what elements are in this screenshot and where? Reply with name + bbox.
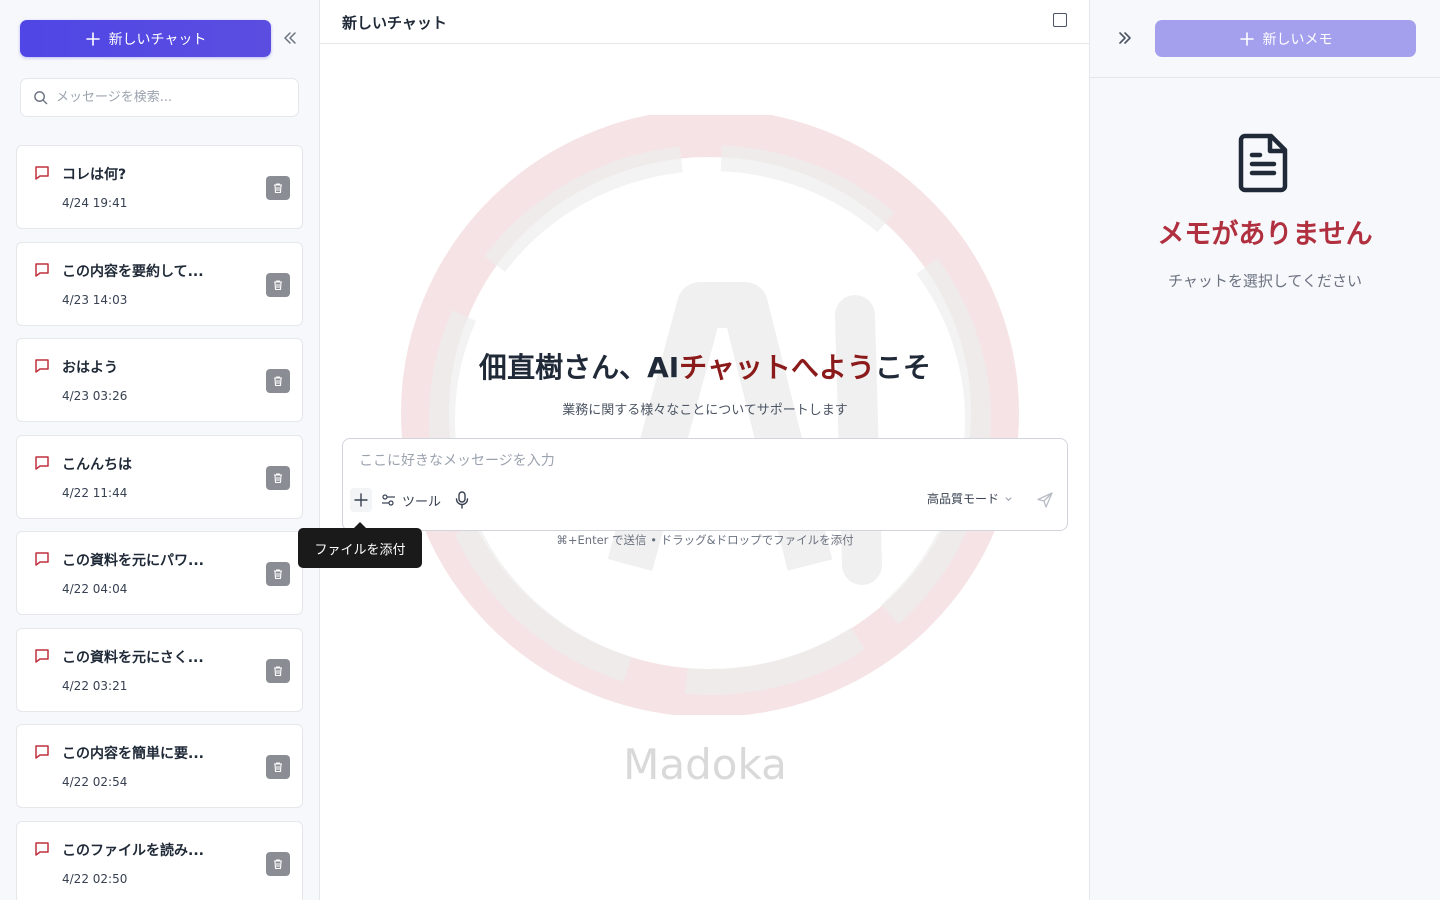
sliders-icon bbox=[382, 494, 395, 506]
delete-chat-button[interactable] bbox=[266, 562, 290, 586]
chat-main: 新しいチャット Madoka 佃直樹さん、AIチャットへようこそ 業務に関する様… bbox=[320, 0, 1090, 900]
chat-title: この資料を元にパワ... bbox=[62, 553, 204, 569]
delete-chat-button[interactable] bbox=[266, 755, 290, 779]
plus-icon bbox=[1239, 31, 1254, 46]
collapse-sidebar-button[interactable] bbox=[280, 28, 300, 48]
memo-empty-subtitle: チャットを選択してください bbox=[1168, 272, 1362, 290]
message-icon bbox=[35, 841, 49, 856]
mode-label: 高品質モード bbox=[927, 491, 1000, 506]
message-icon bbox=[35, 648, 49, 663]
chat-date: 4/22 02:50 bbox=[62, 871, 128, 886]
new-chat-label: 新しいチャット bbox=[108, 31, 207, 48]
chat-title: この資料を元にさく... bbox=[62, 649, 204, 666]
chat-list-item[interactable]: おはよう 4/23 03:26 bbox=[16, 338, 303, 422]
trash-icon bbox=[274, 183, 282, 194]
chevron-down-icon bbox=[1005, 496, 1012, 501]
page-title: 新しいチャット bbox=[342, 14, 447, 32]
chat-list-item[interactable]: この資料を元にパワ... 4/22 04:04 bbox=[16, 531, 303, 615]
new-memo-button[interactable]: 新しいメモ bbox=[1155, 20, 1416, 57]
mode-select[interactable]: 高品質モード bbox=[927, 488, 1013, 508]
trash-icon bbox=[274, 279, 282, 290]
chat-date: 4/22 04:04 bbox=[62, 582, 128, 596]
delete-chat-button[interactable] bbox=[266, 272, 290, 297]
chat-list-item[interactable]: こんんちは 4/22 11:44 bbox=[16, 434, 303, 519]
trash-icon bbox=[274, 472, 282, 483]
chat-header: 新しいチャット bbox=[320, 0, 1089, 44]
welcome-subtitle: 業務に関する様々なことについてサポートします bbox=[562, 403, 848, 418]
welcome-heading: 佃直樹さん、AIチャットへようこそ bbox=[320, 346, 1089, 386]
send-icon bbox=[1037, 492, 1053, 508]
attach-file-button[interactable] bbox=[350, 488, 372, 512]
delete-chat-button[interactable] bbox=[266, 851, 290, 876]
collapse-memo-button[interactable] bbox=[1115, 28, 1135, 48]
chevrons-right-icon bbox=[1119, 32, 1131, 44]
trash-icon bbox=[274, 376, 282, 387]
chat-date: 4/22 02:54 bbox=[62, 775, 128, 789]
trash-icon bbox=[274, 762, 282, 773]
tools-button[interactable]: ツール bbox=[381, 490, 441, 510]
chat-list-item[interactable]: この内容を簡単に要... 4/22 02:54 bbox=[16, 724, 303, 808]
chat-list-item[interactable]: このファイルを読み... 4/22 02:50 bbox=[16, 820, 303, 900]
message-icon bbox=[35, 359, 49, 373]
microphone-icon bbox=[455, 491, 469, 509]
attach-tooltip: ファイルを添付 bbox=[298, 522, 422, 568]
send-button[interactable] bbox=[1034, 489, 1056, 511]
memo-empty-title: メモがありません bbox=[1157, 219, 1373, 250]
memo-header: 新しいメモ bbox=[1090, 0, 1440, 78]
trash-icon bbox=[274, 569, 282, 580]
microphone-button[interactable] bbox=[452, 489, 472, 511]
welcome-prefix: 佃直樹さん、AI bbox=[479, 351, 680, 384]
chat-list: コレは何? 4/24 19:41 この内容を要約して... 4/23 14:03… bbox=[16, 145, 303, 900]
chat-sidebar: 新しいチャット コレは何? 4/24 19:41 この内容を要約して... 4/… bbox=[0, 0, 320, 900]
new-chat-button[interactable]: 新しいチャット bbox=[20, 20, 271, 57]
chat-title: こんんちは bbox=[62, 456, 132, 473]
chat-title: この内容を簡単に要... bbox=[62, 746, 204, 762]
plus-icon bbox=[85, 31, 100, 46]
delete-chat-button[interactable] bbox=[266, 658, 290, 683]
chat-date: 4/23 03:26 bbox=[62, 389, 128, 403]
chat-list-item[interactable]: この内容を要約して... 4/23 14:03 bbox=[16, 241, 303, 326]
message-input[interactable] bbox=[359, 450, 1049, 476]
new-memo-label: 新しいメモ bbox=[1262, 31, 1333, 48]
delete-chat-button[interactable] bbox=[266, 176, 290, 200]
chat-title: コレは何? bbox=[62, 167, 127, 183]
message-icon bbox=[35, 455, 49, 470]
chat-date: 4/22 03:21 bbox=[62, 678, 128, 693]
madoka-watermark: Madoka bbox=[623, 740, 787, 789]
chat-title: おはよう bbox=[62, 360, 118, 376]
chat-title: このファイルを読み... bbox=[62, 842, 204, 859]
chat-date: 4/24 19:41 bbox=[62, 196, 128, 210]
chat-list-item[interactable]: この資料を元にさく... 4/22 03:21 bbox=[16, 627, 303, 712]
welcome-suffix: こそ bbox=[874, 351, 931, 384]
message-composer: ツール 高品質モード bbox=[342, 438, 1068, 531]
search-icon bbox=[34, 91, 48, 105]
toggle-panel-button[interactable] bbox=[1053, 13, 1067, 27]
welcome-accent: チャットへよう bbox=[679, 351, 875, 384]
chevrons-left-icon bbox=[284, 32, 296, 44]
delete-chat-button[interactable] bbox=[266, 369, 290, 393]
delete-chat-button[interactable] bbox=[266, 465, 290, 490]
chat-date: 4/22 11:44 bbox=[62, 485, 128, 500]
search-input[interactable] bbox=[56, 90, 276, 105]
trash-icon bbox=[274, 665, 282, 676]
message-icon bbox=[35, 745, 49, 759]
chat-list-item[interactable]: コレは何? 4/24 19:41 bbox=[16, 145, 303, 229]
document-icon bbox=[1238, 133, 1288, 193]
message-icon bbox=[35, 166, 49, 180]
trash-icon bbox=[274, 858, 282, 869]
tools-label: ツール bbox=[402, 494, 442, 510]
message-icon bbox=[35, 552, 49, 566]
message-icon bbox=[35, 262, 49, 277]
search-box bbox=[20, 78, 299, 117]
memo-panel: 新しいメモ メモがありません チャットを選択してください bbox=[1090, 0, 1440, 900]
composer-hint: ⌘+Enter で送信 • ドラッグ&ドロップでファイルを添付 bbox=[556, 533, 854, 547]
plus-icon bbox=[354, 493, 368, 507]
chat-title: この内容を要約して... bbox=[62, 263, 204, 280]
chat-date: 4/23 14:03 bbox=[62, 292, 128, 307]
